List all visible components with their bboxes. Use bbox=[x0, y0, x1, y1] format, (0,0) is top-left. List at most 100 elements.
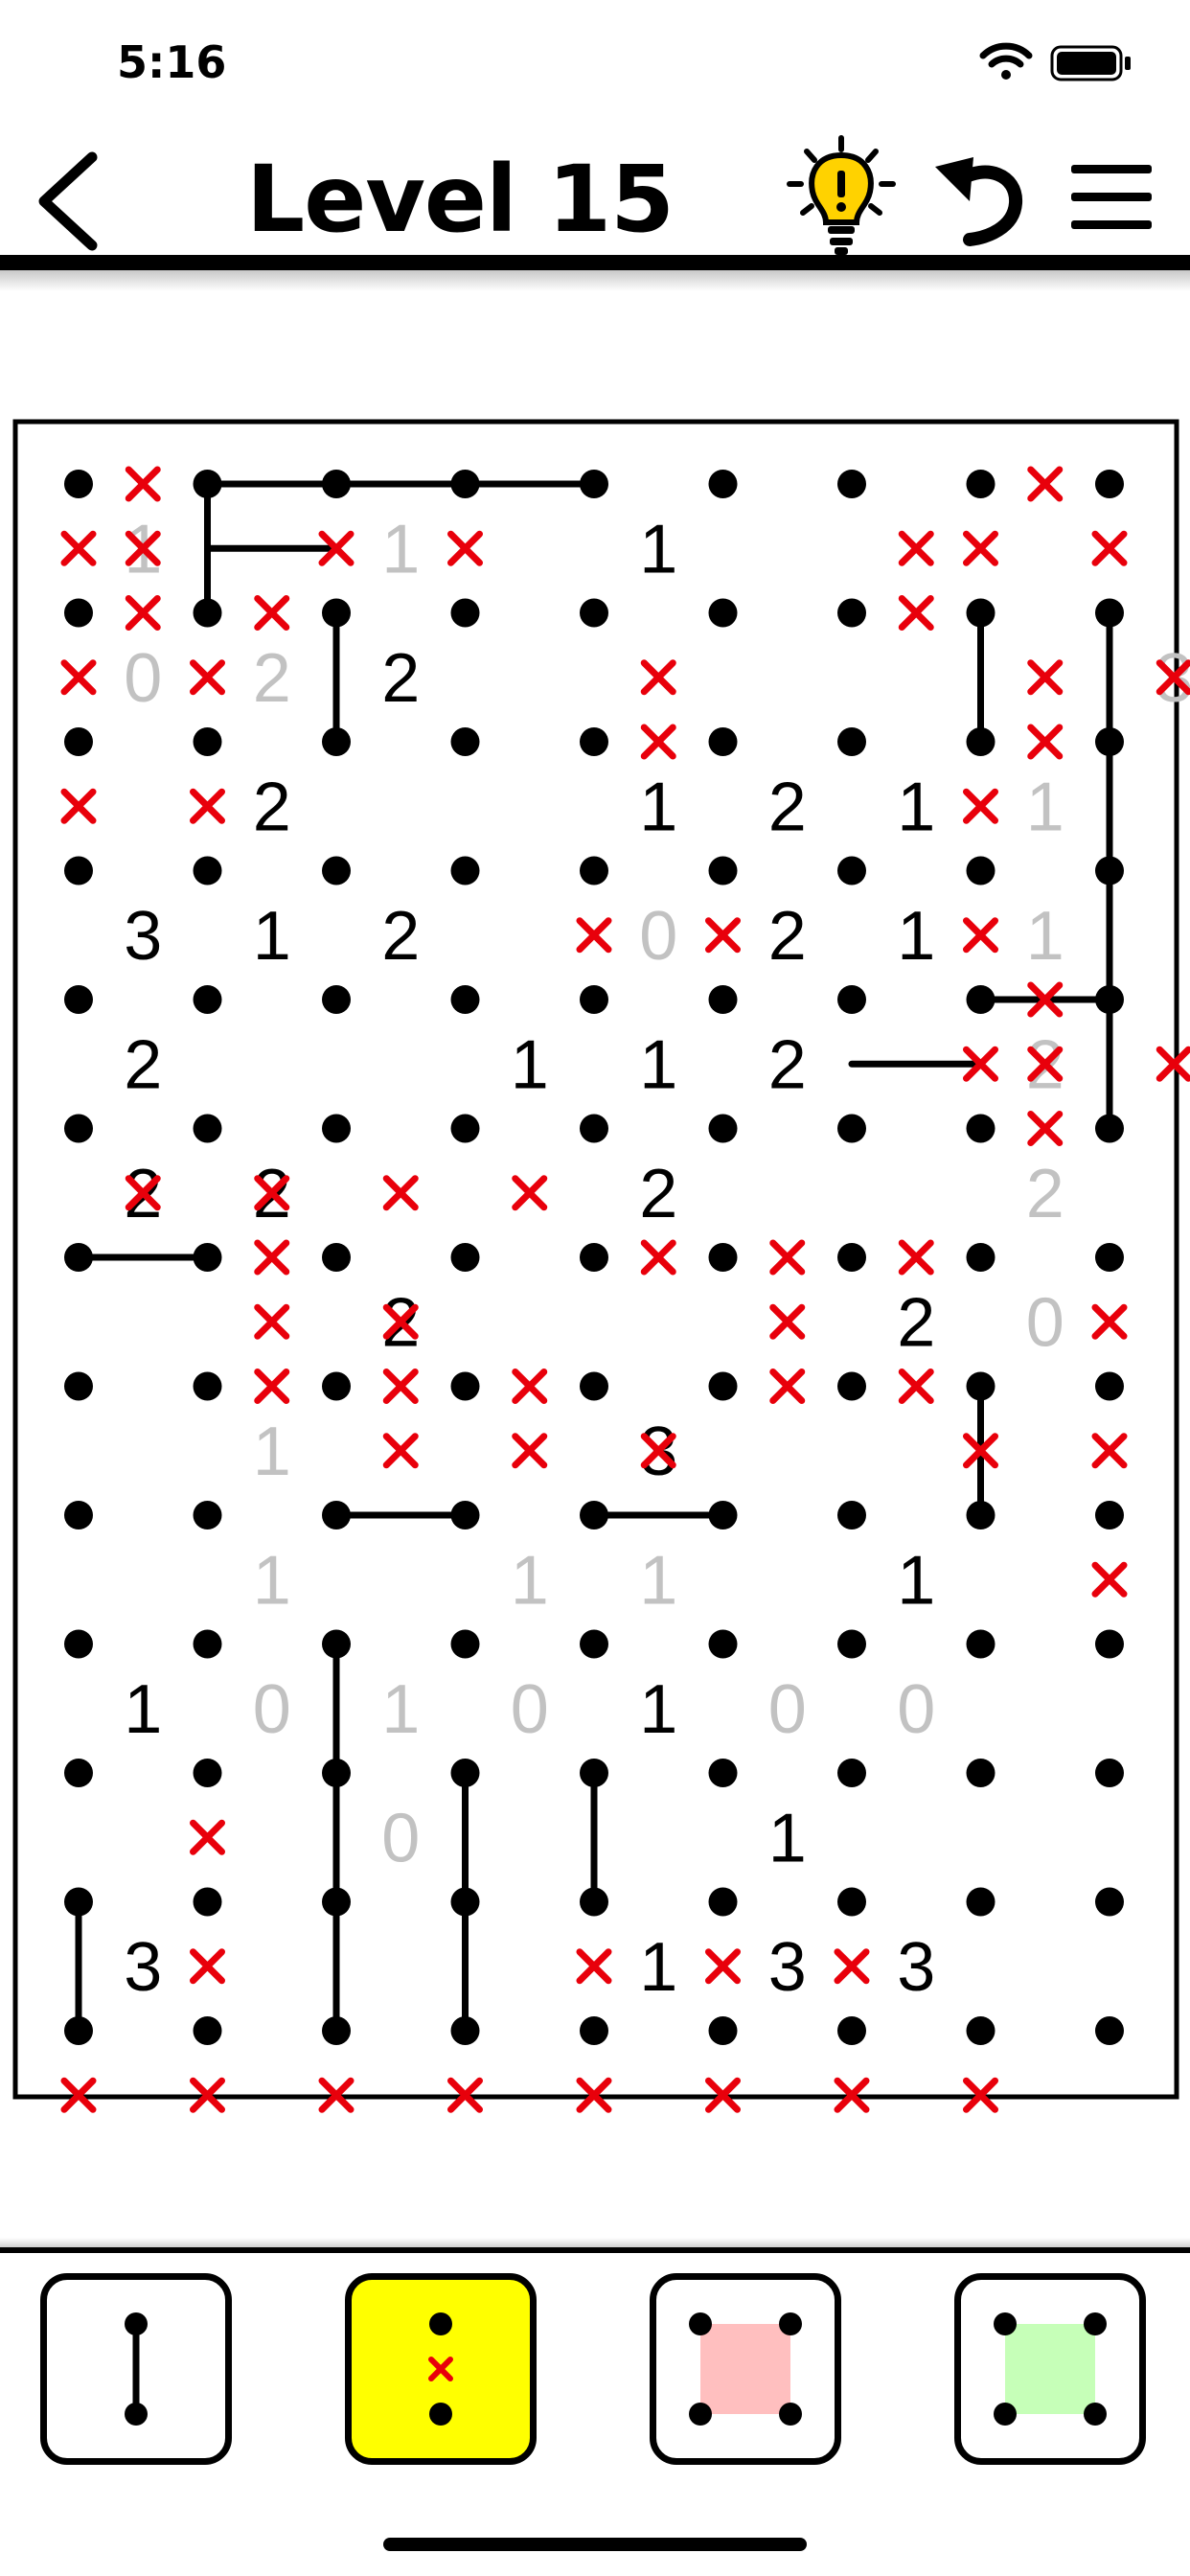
grid-dot[interactable] bbox=[450, 985, 480, 1014]
grid-dot[interactable] bbox=[966, 1114, 995, 1143]
grid-dot[interactable] bbox=[322, 1759, 351, 1787]
line-tool-button[interactable] bbox=[40, 2273, 232, 2465]
grid-dot[interactable] bbox=[837, 1629, 866, 1659]
grid-dot[interactable] bbox=[708, 1887, 738, 1917]
grid-dot[interactable] bbox=[708, 470, 738, 498]
grid-dot[interactable] bbox=[708, 598, 738, 628]
grid-dot[interactable] bbox=[64, 1759, 93, 1787]
grid-dot[interactable] bbox=[450, 1243, 480, 1272]
grid-dot[interactable] bbox=[966, 2016, 995, 2045]
grid-dot[interactable] bbox=[193, 1243, 222, 1272]
grid-dot[interactable] bbox=[708, 1759, 738, 1787]
grid-dot[interactable] bbox=[1095, 598, 1124, 628]
grid-dot[interactable] bbox=[1095, 470, 1124, 498]
grid-dot[interactable] bbox=[837, 1759, 866, 1787]
grid-dot[interactable] bbox=[580, 1629, 608, 1659]
grid-dot[interactable] bbox=[322, 1629, 351, 1659]
grid-dot[interactable] bbox=[322, 1371, 351, 1401]
grid-dot[interactable] bbox=[450, 1759, 480, 1787]
grid-dot[interactable] bbox=[1095, 1114, 1124, 1143]
grid-dot[interactable] bbox=[580, 470, 608, 498]
grid-dot[interactable] bbox=[1095, 1759, 1124, 1787]
grid-dot[interactable] bbox=[1095, 1243, 1124, 1272]
grid-dot[interactable] bbox=[966, 1501, 995, 1530]
grid-dot[interactable] bbox=[193, 1114, 222, 1143]
grid-dot[interactable] bbox=[966, 727, 995, 756]
grid-dot[interactable] bbox=[837, 470, 866, 498]
grid-dot[interactable] bbox=[966, 1887, 995, 1917]
grid-dot[interactable] bbox=[1095, 2016, 1124, 2045]
grid-dot[interactable] bbox=[322, 727, 351, 756]
grid-dot[interactable] bbox=[193, 470, 222, 498]
grid-dot[interactable] bbox=[837, 1114, 866, 1143]
grid-dot[interactable] bbox=[450, 1114, 480, 1143]
grid-dot[interactable] bbox=[193, 985, 222, 1014]
grid-dot[interactable] bbox=[1095, 985, 1124, 1014]
grid-dot[interactable] bbox=[708, 2016, 738, 2045]
grid-dot[interactable] bbox=[322, 1501, 351, 1530]
grid-dot[interactable] bbox=[580, 1501, 608, 1530]
grid-dot[interactable] bbox=[322, 470, 351, 498]
grid-dot[interactable] bbox=[193, 727, 222, 756]
grid-dot[interactable] bbox=[580, 727, 608, 756]
grid-dot[interactable] bbox=[580, 1887, 608, 1917]
grid-dot[interactable] bbox=[708, 1371, 738, 1401]
grid-dot[interactable] bbox=[322, 1887, 351, 1917]
grid-dot[interactable] bbox=[64, 1887, 93, 1917]
grid-dot[interactable] bbox=[837, 1887, 866, 1917]
grid-dot[interactable] bbox=[64, 1629, 93, 1659]
grid-dot[interactable] bbox=[580, 1114, 608, 1143]
grid-dot[interactable] bbox=[837, 598, 866, 628]
grid-dot[interactable] bbox=[64, 1371, 93, 1401]
grid-dot[interactable] bbox=[193, 1371, 222, 1401]
grid-dot[interactable] bbox=[580, 1243, 608, 1272]
grid-dot[interactable] bbox=[450, 1887, 480, 1917]
grid-dot[interactable] bbox=[966, 985, 995, 1014]
grid-dot[interactable] bbox=[966, 1371, 995, 1401]
grid-dot[interactable] bbox=[193, 1887, 222, 1917]
grid-dot[interactable] bbox=[64, 1243, 93, 1272]
grid-dot[interactable] bbox=[322, 1243, 351, 1272]
grid-dot[interactable] bbox=[580, 1759, 608, 1787]
green-cell-tool-button[interactable] bbox=[954, 2273, 1146, 2465]
grid-dot[interactable] bbox=[193, 1759, 222, 1787]
grid-dot[interactable] bbox=[837, 1501, 866, 1530]
grid-dot[interactable] bbox=[580, 2016, 608, 2045]
grid-dot[interactable] bbox=[708, 1501, 738, 1530]
grid-dot[interactable] bbox=[1095, 1629, 1124, 1659]
grid-dot[interactable] bbox=[837, 1371, 866, 1401]
grid-dot[interactable] bbox=[580, 856, 608, 886]
grid-dot[interactable] bbox=[580, 598, 608, 628]
grid-dot[interactable] bbox=[1095, 1887, 1124, 1917]
grid-dot[interactable] bbox=[837, 2016, 866, 2045]
grid-dot[interactable] bbox=[837, 856, 866, 886]
grid-dot[interactable] bbox=[193, 1629, 222, 1659]
grid-dot[interactable] bbox=[64, 1501, 93, 1530]
grid-dot[interactable] bbox=[966, 1243, 995, 1272]
grid-dot[interactable] bbox=[193, 598, 222, 628]
grid-dot[interactable] bbox=[64, 985, 93, 1014]
grid-dot[interactable] bbox=[837, 985, 866, 1014]
grid-dot[interactable] bbox=[450, 470, 480, 498]
grid-dot[interactable] bbox=[322, 856, 351, 886]
grid-dot[interactable] bbox=[450, 1501, 480, 1530]
grid-dot[interactable] bbox=[837, 727, 866, 756]
grid-dot[interactable] bbox=[837, 1243, 866, 1272]
red-cell-tool-button[interactable] bbox=[650, 2273, 841, 2465]
grid-dot[interactable] bbox=[966, 470, 995, 498]
grid-dot[interactable] bbox=[708, 1114, 738, 1143]
grid-dot[interactable] bbox=[966, 1629, 995, 1659]
grid-dot[interactable] bbox=[450, 2016, 480, 2045]
grid-dot[interactable] bbox=[708, 1243, 738, 1272]
grid-dot[interactable] bbox=[450, 1371, 480, 1401]
grid-dot[interactable] bbox=[708, 1629, 738, 1659]
grid-dot[interactable] bbox=[708, 856, 738, 886]
grid-dot[interactable] bbox=[580, 1371, 608, 1401]
cross-tool-button[interactable] bbox=[345, 2273, 537, 2465]
grid-dot[interactable] bbox=[322, 598, 351, 628]
grid-dot[interactable] bbox=[193, 856, 222, 886]
grid-dot[interactable] bbox=[322, 985, 351, 1014]
grid-dot[interactable] bbox=[64, 727, 93, 756]
grid-dot[interactable] bbox=[322, 1114, 351, 1143]
grid-dot[interactable] bbox=[64, 598, 93, 628]
